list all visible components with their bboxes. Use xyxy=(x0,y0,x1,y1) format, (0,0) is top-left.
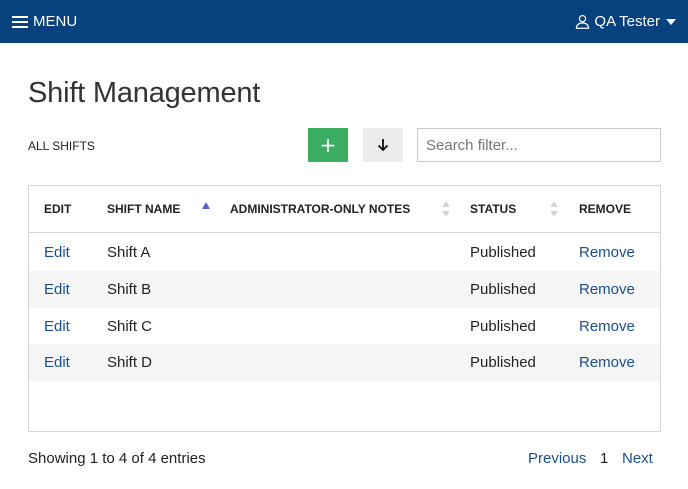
hamburger-icon xyxy=(12,15,28,28)
shift-status: Published xyxy=(470,244,536,261)
pagination-next[interactable]: Next xyxy=(622,450,653,467)
edit-link[interactable]: Edit xyxy=(44,234,70,271)
user-name: QA Tester xyxy=(594,13,660,30)
shift-status: Published xyxy=(470,354,536,371)
remove-link[interactable]: Remove xyxy=(579,308,635,345)
search-input[interactable] xyxy=(417,128,661,162)
user-menu-button[interactable]: QA Tester xyxy=(575,0,676,43)
table-row: Edit Shift C Published Remove xyxy=(29,308,660,345)
remove-link[interactable]: Remove xyxy=(579,271,635,308)
caret-down-icon xyxy=(666,18,676,25)
menu-button[interactable]: MENU xyxy=(12,0,77,43)
table-header: EDIT SHIFT NAME ADMINISTRATOR-ONLY NOTES… xyxy=(29,186,660,233)
column-header-remove: REMOVE xyxy=(579,202,632,216)
shifts-table: EDIT SHIFT NAME ADMINISTRATOR-ONLY NOTES… xyxy=(28,185,661,432)
pagination-previous[interactable]: Previous xyxy=(528,450,586,467)
top-navbar: MENU QA Tester xyxy=(0,0,688,43)
shift-status: Published xyxy=(470,318,536,335)
shift-name: Shift A xyxy=(107,244,151,261)
pagination-page-1[interactable]: 1 xyxy=(600,450,608,467)
table-row: Edit Shift B Published Remove xyxy=(29,271,660,308)
arrow-down-icon xyxy=(377,139,389,152)
edit-link[interactable]: Edit xyxy=(44,271,70,308)
shift-name: Shift D xyxy=(107,354,153,371)
column-header-notes[interactable]: ADMINISTRATOR-ONLY NOTES xyxy=(230,186,410,233)
download-button[interactable] xyxy=(363,128,403,162)
sort-ascending-icon[interactable] xyxy=(202,202,210,209)
shift-name: Shift C xyxy=(107,318,153,335)
remove-link[interactable]: Remove xyxy=(579,344,635,381)
table-row: Edit Shift D Published Remove xyxy=(29,344,660,381)
user-icon xyxy=(576,14,590,29)
column-header-shift-name[interactable]: SHIFT NAME xyxy=(107,186,180,233)
shift-name: Shift B xyxy=(107,281,152,298)
remove-link[interactable]: Remove xyxy=(579,234,635,271)
plus-icon: + xyxy=(319,133,337,157)
sort-icon[interactable] xyxy=(550,201,558,219)
column-header-edit: EDIT xyxy=(44,202,72,216)
table-row: Edit Shift A Published Remove xyxy=(29,234,660,271)
add-shift-button[interactable]: + xyxy=(308,128,348,162)
edit-link[interactable]: Edit xyxy=(44,344,70,381)
sort-icon[interactable] xyxy=(442,201,450,219)
page-title: Shift Management xyxy=(28,77,261,109)
shift-status: Published xyxy=(470,281,536,298)
column-header-status[interactable]: STATUS xyxy=(470,186,516,233)
table-info: Showing 1 to 4 of 4 entries xyxy=(28,450,206,467)
menu-label: MENU xyxy=(33,13,78,30)
edit-link[interactable]: Edit xyxy=(44,308,70,345)
section-label: ALL SHIFTS xyxy=(28,139,95,153)
